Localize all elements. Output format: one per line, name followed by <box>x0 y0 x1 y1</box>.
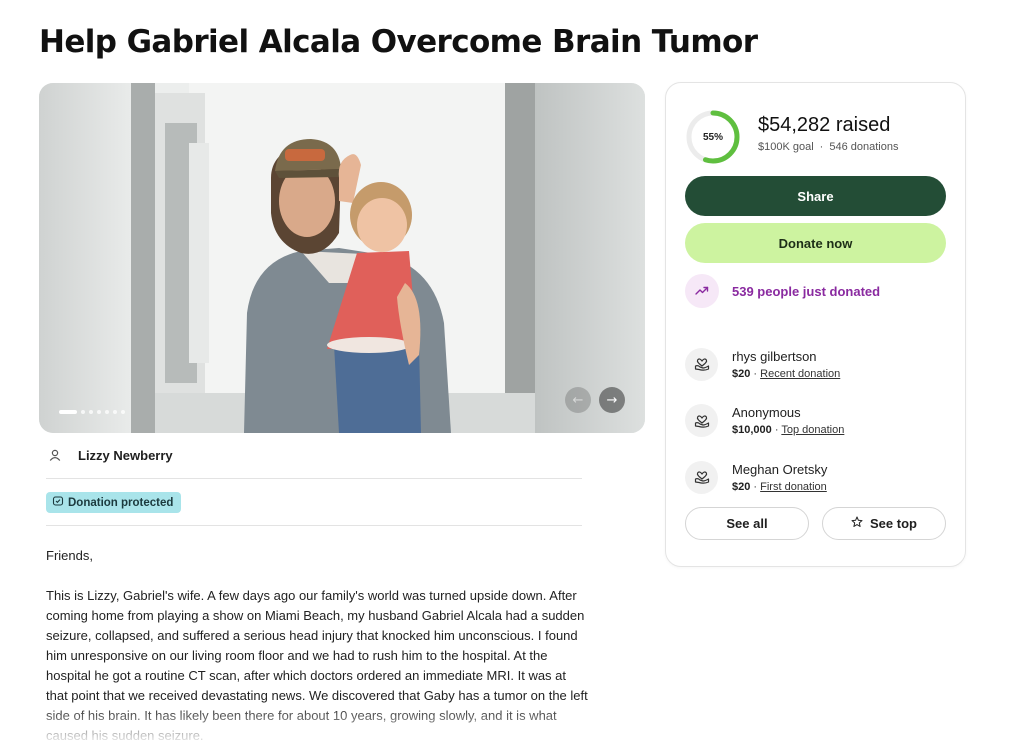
donor-amount: $10,000 <box>732 424 772 437</box>
donation-card: 55% $54,282 raised $100K goal · 546 dona… <box>665 82 966 567</box>
donor-item: Meghan Oretsky $20 · First donation <box>685 449 844 506</box>
arrow-left-icon: ← <box>572 392 584 408</box>
gallery-prev-button[interactable]: ← <box>565 387 591 413</box>
donate-now-button[interactable]: Donate now <box>685 223 946 263</box>
heart-hand-icon <box>685 347 718 381</box>
organizer-name[interactable]: Lizzy Newberry <box>78 448 173 463</box>
shield-check-icon <box>52 495 64 510</box>
donor-amount: $20 <box>732 367 751 380</box>
donor-tag-link[interactable]: First donation <box>760 481 827 493</box>
page-title: Help Gabriel Alcala Overcome Brain Tumor <box>39 24 758 60</box>
story-greeting: Friends, <box>46 548 93 563</box>
trending-up-icon <box>685 274 719 308</box>
donor-meta: $20 · Recent donation <box>732 368 840 380</box>
donation-count: 546 donations <box>829 141 899 153</box>
donor-meta-separator: · <box>750 480 761 493</box>
arrow-right-icon: → <box>606 392 618 408</box>
donor-meta-separator: · <box>771 424 782 437</box>
hero-image-gallery[interactable]: ← → <box>39 83 645 433</box>
donor-meta: $10,000 · Top donation <box>732 424 844 436</box>
donor-meta-separator: · <box>750 367 761 380</box>
badge-label: Donation protected <box>68 496 174 509</box>
trending-text: 539 people just donated <box>732 283 881 299</box>
donation-protected-badge[interactable]: Donation protected <box>46 492 182 513</box>
hero-photo <box>39 83 645 433</box>
gallery-dot[interactable] <box>105 410 109 414</box>
organizer[interactable]: Lizzy Newberry <box>46 446 173 464</box>
gallery-pagination[interactable] <box>59 410 125 414</box>
amount-raised: $54,282 raised <box>758 114 891 136</box>
donor-item: Anonymous $10,000 · Top donation <box>685 393 844 450</box>
gallery-next-button[interactable]: → <box>599 387 625 413</box>
divider <box>46 525 582 526</box>
donor-name: Anonymous <box>732 405 801 421</box>
see-all-label: See all <box>726 516 768 531</box>
gallery-dot[interactable] <box>59 410 77 414</box>
trending-donations: 539 people just donated <box>685 274 880 308</box>
share-button[interactable]: Share <box>685 176 946 216</box>
heart-hand-icon <box>685 404 718 438</box>
user-icon <box>46 446 64 464</box>
donor-tag-link[interactable]: Top donation <box>781 424 844 436</box>
gallery-dot[interactable] <box>81 410 85 414</box>
gallery-dot[interactable] <box>121 410 125 414</box>
fundraiser-stats: $100K goal · 546 donations <box>758 141 898 153</box>
donor-name: Meghan Oretsky <box>732 461 828 477</box>
see-top-label: See top <box>870 516 917 531</box>
stats-separator: · <box>819 141 824 153</box>
gallery-dot[interactable] <box>97 410 101 414</box>
star-icon <box>851 516 863 531</box>
goal-amount: $100K goal <box>758 141 814 153</box>
see-top-button[interactable]: See top <box>822 507 946 540</box>
divider <box>46 478 582 479</box>
see-all-button[interactable]: See all <box>685 507 809 540</box>
donor-name: rhys gilbertson <box>732 348 817 364</box>
donor-list: rhys gilbertson $20 · Recent donation An… <box>685 336 844 506</box>
donor-meta: $20 · First donation <box>732 481 827 493</box>
donor-item: rhys gilbertson $20 · Recent donation <box>685 336 844 393</box>
heart-hand-icon <box>685 460 718 494</box>
story-fade <box>0 705 640 743</box>
gallery-dot[interactable] <box>113 410 117 414</box>
gallery-dot[interactable] <box>89 410 93 414</box>
donor-amount: $20 <box>732 480 751 493</box>
progress-percent: 55% <box>702 131 723 143</box>
donor-tag-link[interactable]: Recent donation <box>760 368 840 380</box>
